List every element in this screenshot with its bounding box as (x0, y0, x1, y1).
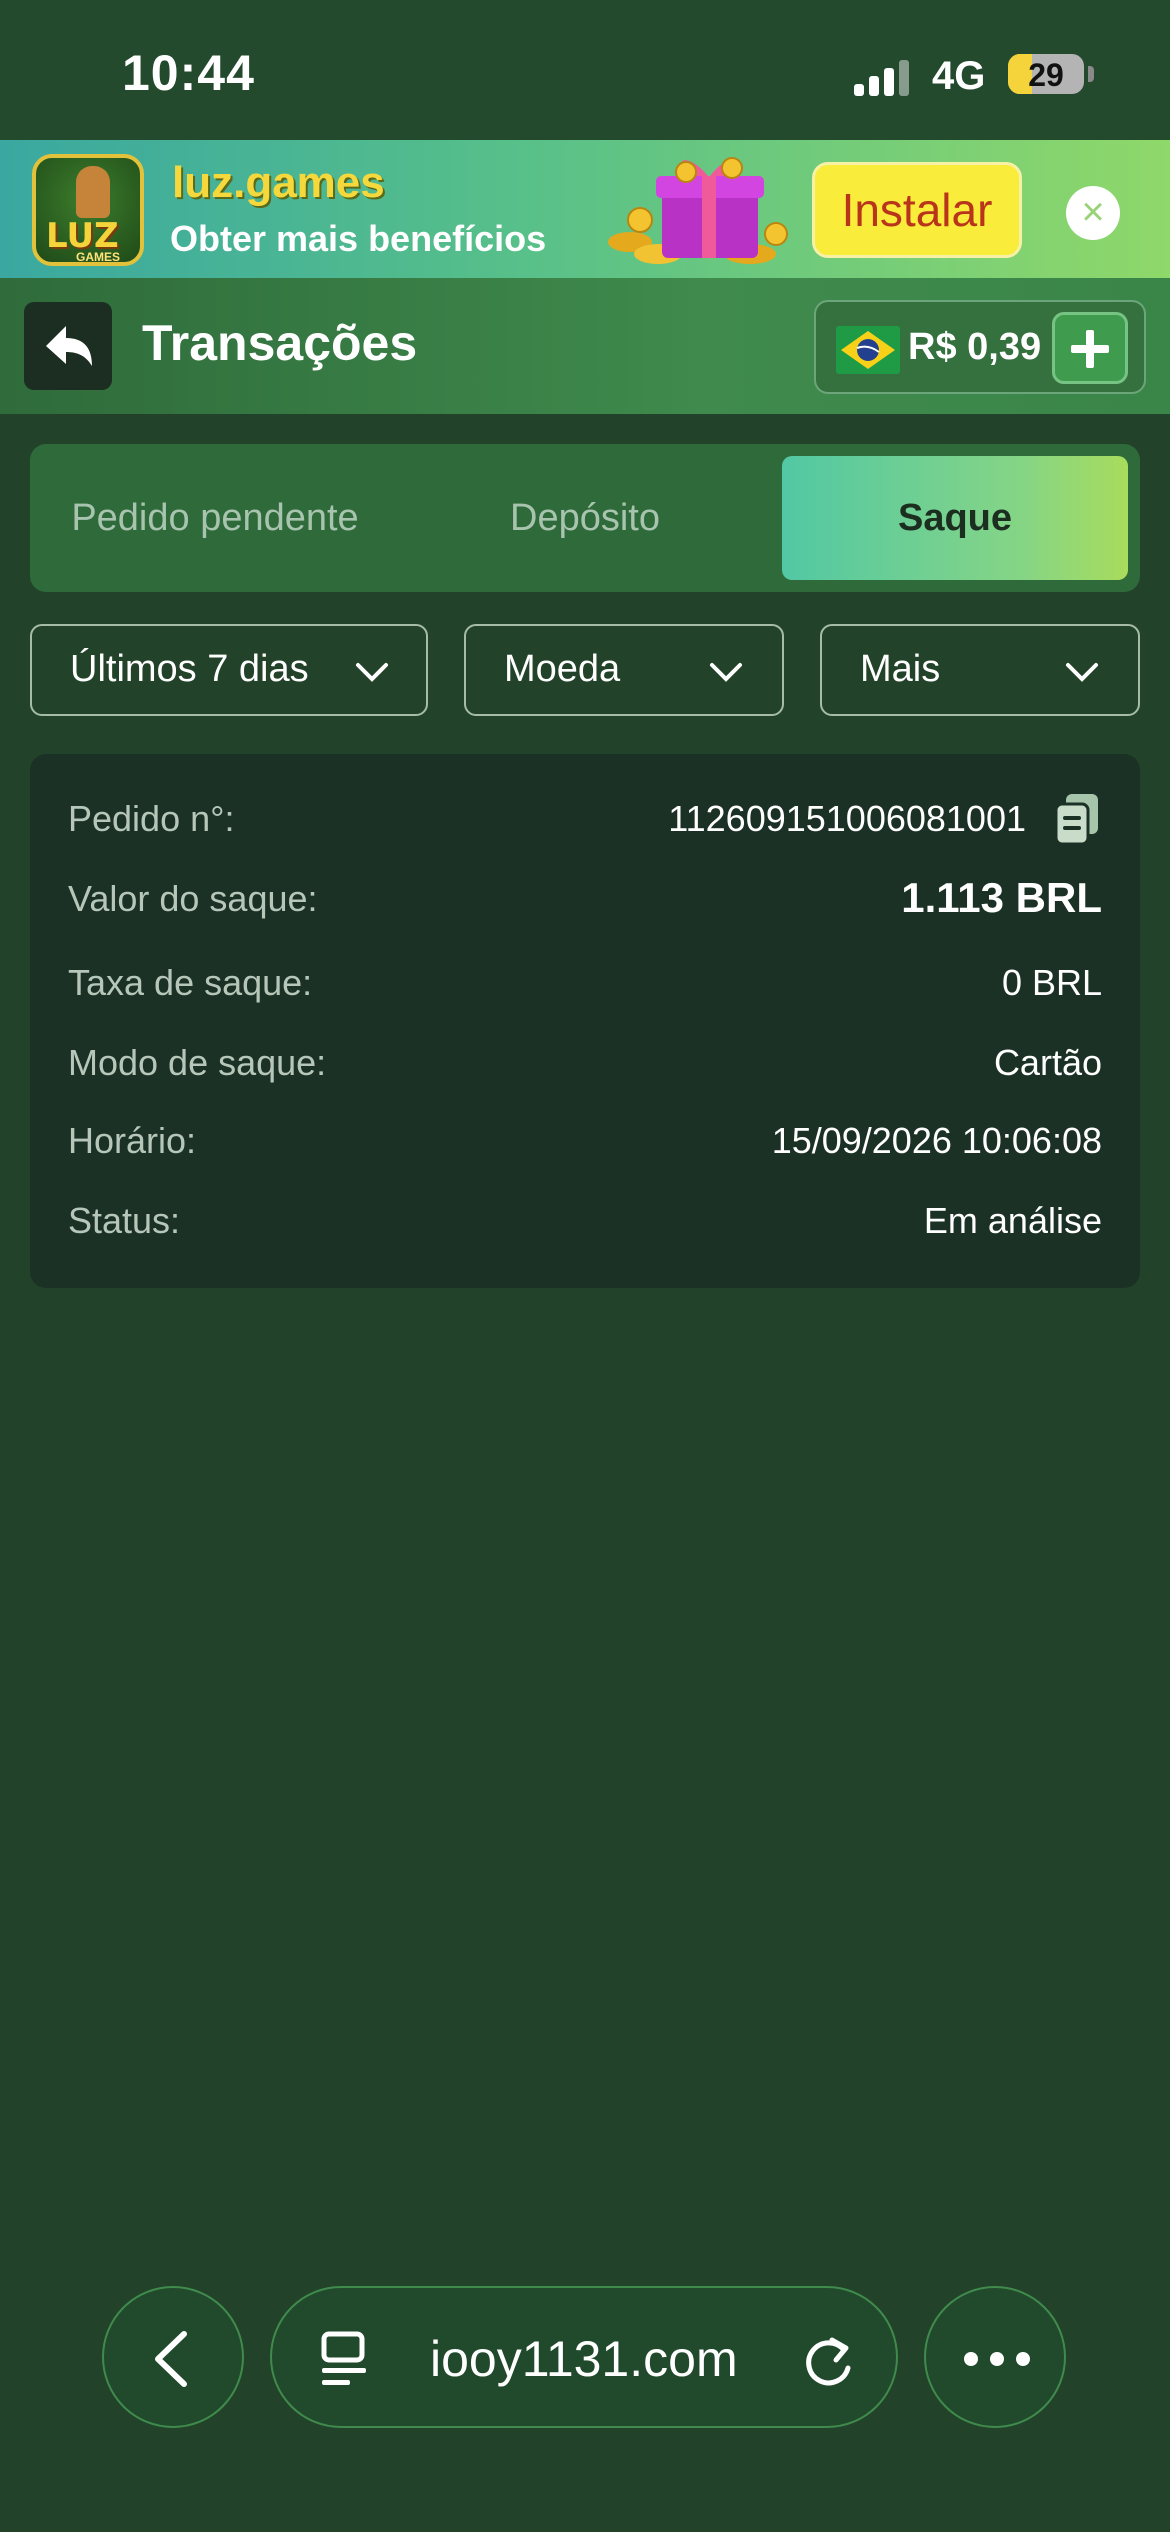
mode-label: Modo de saque: (68, 1042, 327, 1083)
back-button[interactable] (24, 302, 112, 390)
network-type: 4G (932, 54, 986, 98)
order-number: 112609151006081001 (668, 798, 1026, 839)
currency-label: Moeda (504, 648, 621, 690)
battery-level: 29 (1028, 57, 1064, 93)
transaction-card: Pedido n°: 112609151006081001 Valor do s… (30, 754, 1140, 1288)
page-title: Transações (142, 315, 418, 371)
address-bar[interactable]: iooy1131.com (270, 2286, 898, 2428)
order-row: Pedido n°: 112609151006081001 (68, 790, 1102, 850)
balance-display[interactable]: R$ 0,39 (814, 300, 1146, 394)
time-label: Horário: (68, 1120, 197, 1161)
back-arrow-icon (46, 326, 92, 366)
app-logo-subtext: GAMES (76, 250, 121, 264)
date-range-label: Últimos 7 dias (70, 648, 309, 690)
status-time: 10:44 (122, 45, 255, 101)
status-row: Status: Em análise (68, 1192, 1102, 1252)
chevron-left-icon (155, 2331, 187, 2387)
battery-icon: 29 (1008, 54, 1084, 94)
browser-back-button[interactable] (102, 2286, 244, 2428)
tab-saque[interactable]: Saque (782, 456, 1128, 580)
page-header: Transações R$ 0,39 (0, 278, 1170, 414)
brazil-flag-icon (836, 326, 900, 374)
status-label: Status: (68, 1200, 181, 1241)
fee-row: Taxa de saque: 0 BRL (68, 954, 1102, 1014)
status-value: Em análise (923, 1200, 1102, 1241)
amount-row: Valor do saque: 1.113 BRL (68, 870, 1102, 930)
transaction-tabs: Pedido pendente Depósito Saque (30, 444, 1140, 592)
fee-label: Taxa de saque: (68, 962, 313, 1003)
balance-value: R$ 0,39 (908, 326, 1042, 368)
more-filter[interactable]: Mais (820, 624, 1140, 716)
reload-icon[interactable] (800, 2328, 858, 2388)
chevron-down-icon (710, 663, 742, 682)
close-icon: × (1081, 190, 1105, 234)
signal-icon (854, 60, 914, 96)
more-label: Mais (860, 648, 941, 690)
banner-subtitle: Obter mais benefícios (170, 218, 547, 259)
app-screen: 10:44 4G 29 LUZ GAMES luz.games Obter ma… (0, 0, 1170, 2532)
time-value: 15/09/2026 10:06:08 (771, 1120, 1102, 1161)
chevron-down-icon (1066, 663, 1098, 682)
chevron-down-icon (356, 663, 388, 682)
app-install-banner: LUZ GAMES luz.games Obter mais benefício… (0, 140, 1170, 278)
date-range-filter[interactable]: Últimos 7 dias (30, 624, 428, 716)
url-text: iooy1131.com (430, 2331, 738, 2387)
status-bar: 10:44 4G 29 (0, 0, 1170, 140)
copy-icon[interactable] (1052, 792, 1102, 846)
more-options-button[interactable] (924, 2286, 1066, 2428)
amount-value: 1.113 BRL (901, 874, 1102, 921)
page-menu-icon (321, 2331, 366, 2385)
tab-deposito[interactable]: Depósito (400, 456, 770, 580)
mode-value: Cartão (993, 1042, 1102, 1083)
fee-value: 0 BRL (1001, 962, 1102, 1003)
tab-pedido-pendente[interactable]: Pedido pendente (30, 456, 400, 580)
mode-row: Modo de saque: Cartão (68, 1034, 1102, 1094)
battery-tip (1088, 66, 1094, 82)
order-label: Pedido n°: (68, 798, 235, 839)
time-row: Horário: 15/09/2026 10:06:08 (68, 1112, 1102, 1172)
close-banner-button[interactable]: × (1066, 186, 1120, 240)
amount-label: Valor do saque: (68, 878, 318, 919)
ellipsis-icon (964, 2352, 1030, 2366)
banner-app-name: luz.games (172, 158, 385, 207)
install-button[interactable]: Instalar (812, 162, 1022, 258)
deposit-plus-button[interactable] (1052, 312, 1128, 384)
gift-coins-icon (608, 157, 788, 264)
currency-filter[interactable]: Moeda (464, 624, 784, 716)
app-logo-icon: LUZ GAMES (32, 154, 144, 266)
